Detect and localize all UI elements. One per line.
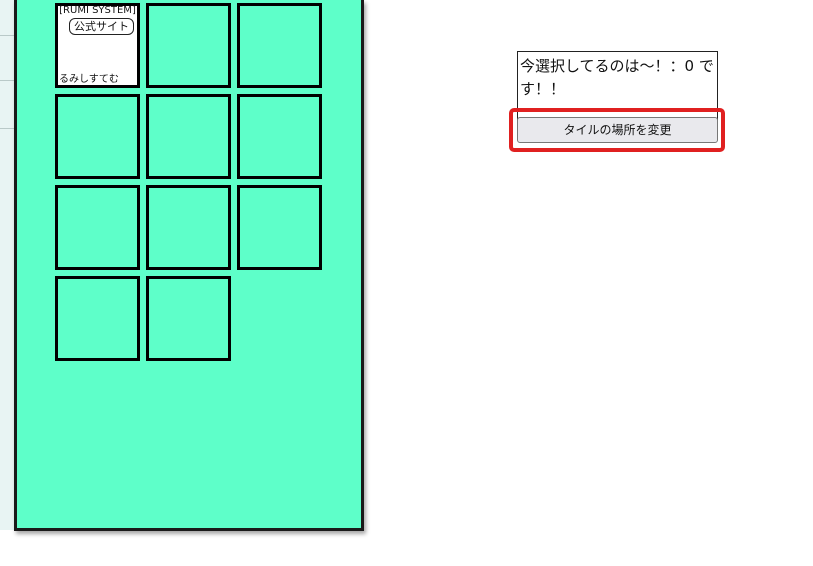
tile-empty[interactable] <box>237 3 322 88</box>
tile-panel: [RUMI SYSTEM] 公式サイト るみしすてむ <box>14 0 364 531</box>
tile-empty[interactable] <box>146 94 231 179</box>
selection-status-text: 今選択してるのは〜！：0 です！！ <box>520 57 714 98</box>
tile-empty[interactable] <box>55 185 140 270</box>
official-site-link[interactable]: 公式サイト <box>69 18 134 35</box>
tile-empty[interactable] <box>146 3 231 88</box>
tile-empty[interactable] <box>146 185 231 270</box>
tile-name: るみしすてむ <box>59 74 119 85</box>
tile-rumi-system[interactable]: [RUMI SYSTEM] 公式サイト るみしすてむ <box>55 3 140 88</box>
tile-caption: [RUMI SYSTEM] <box>59 5 136 16</box>
change-tile-position-button[interactable]: タイルの場所を変更 <box>517 117 718 143</box>
tile-empty[interactable] <box>237 185 322 270</box>
tile-empty[interactable] <box>55 94 140 179</box>
tile-empty[interactable] <box>55 276 140 361</box>
tile-empty[interactable] <box>237 94 322 179</box>
tile-empty[interactable] <box>146 276 231 361</box>
